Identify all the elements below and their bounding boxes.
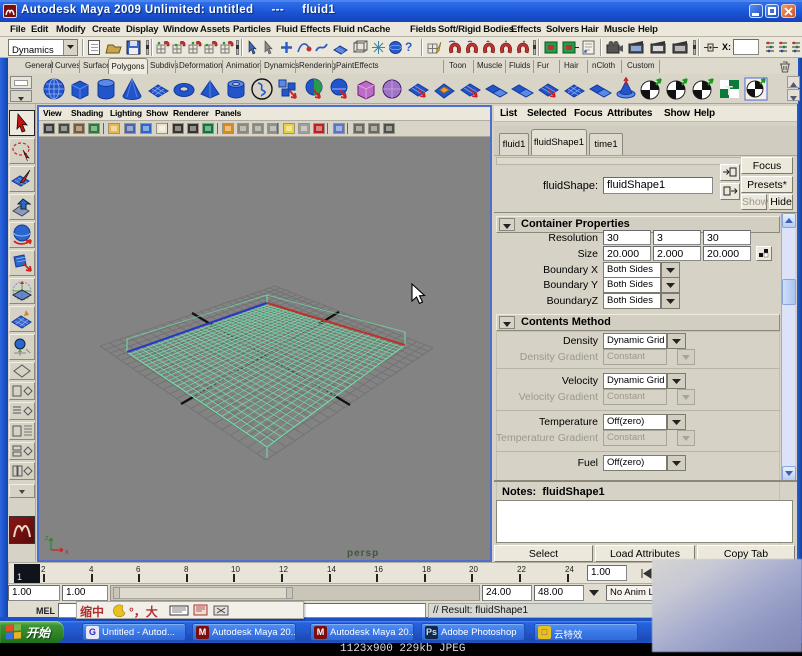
svg-text:z: z xyxy=(45,535,49,542)
svg-text:T: T xyxy=(725,83,733,98)
svg-text:x: x xyxy=(65,549,69,556)
